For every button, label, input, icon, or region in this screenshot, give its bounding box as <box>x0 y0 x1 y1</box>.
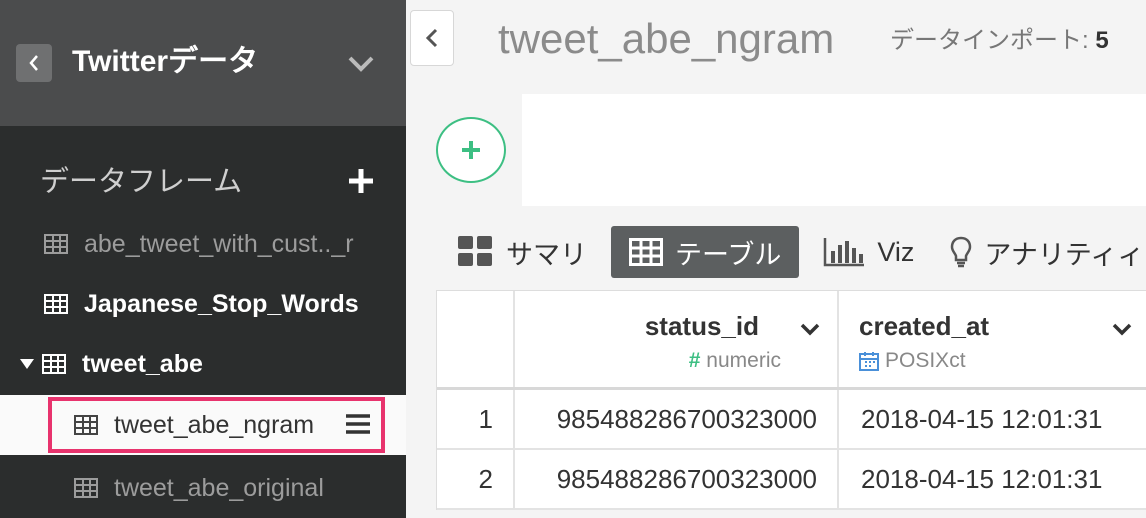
table-icon <box>44 234 68 254</box>
collapse-sidebar-button[interactable] <box>410 10 454 66</box>
cell-created-at: 2018-04-15 12:01:31 <box>861 403 1103 434</box>
highlight-box <box>48 397 385 453</box>
sidebar-item-label: Japanese_Stop_Words <box>84 289 359 318</box>
sidebar: Twitterデータ データフレーム abe_tweet_with_cust..… <box>0 0 406 518</box>
type-label: numeric <box>706 349 781 372</box>
row-index: 1 <box>437 390 515 448</box>
column-header-created-at[interactable]: created_at POSIXct <box>839 291 1146 387</box>
column-header-status-id[interactable]: status_id # numeric <box>515 291 839 387</box>
table-row: 1 985488286700323000 2018-04-15 12:01:31 <box>437 390 1146 450</box>
main-panel: tweet_abe_ngram データインポート: 5 サマリ テーブル Viz… <box>406 0 1146 518</box>
plus-icon[interactable] <box>346 166 376 196</box>
table-icon <box>629 238 663 266</box>
tab-label: サマリ <box>506 239 587 270</box>
grid-icon <box>458 236 492 266</box>
sidebar-item-tweet-abe[interactable]: tweet_abe <box>0 334 406 394</box>
caret-down-icon[interactable] <box>20 358 34 370</box>
chevron-down-icon[interactable] <box>346 50 376 76</box>
table-icon <box>44 294 68 314</box>
column-name: status_id <box>644 311 759 341</box>
project-title: Twitterデータ <box>72 45 259 78</box>
dataframes-section-title: データフレーム <box>40 166 243 198</box>
column-type: POSIXct <box>859 349 966 373</box>
table-icon <box>74 478 98 498</box>
lightbulb-icon <box>951 236 972 268</box>
sidebar-item-label: tweet_abe_original <box>114 473 324 502</box>
tab-viz[interactable]: Viz <box>811 226 926 278</box>
type-label: POSIXct <box>885 349 966 372</box>
chevron-down-icon[interactable] <box>1111 321 1133 337</box>
page-title: tweet_abe_ngram <box>498 15 835 62</box>
chevron-left-icon <box>425 28 438 48</box>
table-header: status_id # numeric created_at POSIXct <box>437 290 1146 390</box>
sidebar-item-tweet-abe-original[interactable]: tweet_abe_original <box>0 458 406 518</box>
tab-label: Viz <box>877 236 915 267</box>
import-label: データインポート: <box>890 27 1096 54</box>
view-tabs: サマリ テーブル Viz アナリティィ <box>446 226 1146 278</box>
sidebar-item-abe-tweet-with-cust[interactable]: abe_tweet_with_cust.._r <box>0 214 406 274</box>
tab-analytics[interactable]: アナリティィ <box>938 226 1146 278</box>
project-header: Twitterデータ <box>0 0 406 126</box>
table-icon <box>42 354 66 374</box>
step-area <box>522 94 1146 206</box>
import-status: データインポート: 5 <box>890 24 1109 58</box>
chevron-left-icon <box>29 55 38 71</box>
back-button[interactable] <box>16 44 52 82</box>
row-index: 2 <box>437 450 515 508</box>
import-value: 5 <box>1095 27 1109 54</box>
index-header <box>437 291 515 387</box>
sidebar-item-label: abe_tweet_with_cust.._r <box>84 229 354 258</box>
sidebar-item-japanese-stop-words[interactable]: Japanese_Stop_Words <box>0 274 406 334</box>
plus-icon <box>462 141 480 159</box>
column-name: created_at <box>859 311 990 341</box>
bar-chart-icon <box>824 238 865 267</box>
hamburger-menu-icon[interactable] <box>346 413 370 435</box>
column-type: # numeric <box>689 349 781 373</box>
numeric-type-icon: # <box>688 349 701 372</box>
chevron-down-icon[interactable] <box>799 321 821 337</box>
tab-label: テーブル <box>675 239 782 270</box>
table-row: 2 985488286700323000 2018-04-15 12:01:31 <box>437 450 1146 510</box>
tab-label: アナリティィ <box>984 239 1145 270</box>
cell-status-id: 985488286700323000 <box>515 450 839 508</box>
cell-created-at: 2018-04-15 12:01:31 <box>861 463 1103 494</box>
calendar-icon <box>859 352 879 371</box>
add-step-button[interactable] <box>436 117 506 183</box>
sidebar-item-label: tweet_abe <box>82 349 203 378</box>
cell-status-id: 985488286700323000 <box>515 390 839 448</box>
data-table: status_id # numeric created_at POSIXct 1… <box>436 290 1146 510</box>
tab-summary[interactable]: サマリ <box>446 226 599 278</box>
tab-table[interactable]: テーブル <box>611 226 800 278</box>
